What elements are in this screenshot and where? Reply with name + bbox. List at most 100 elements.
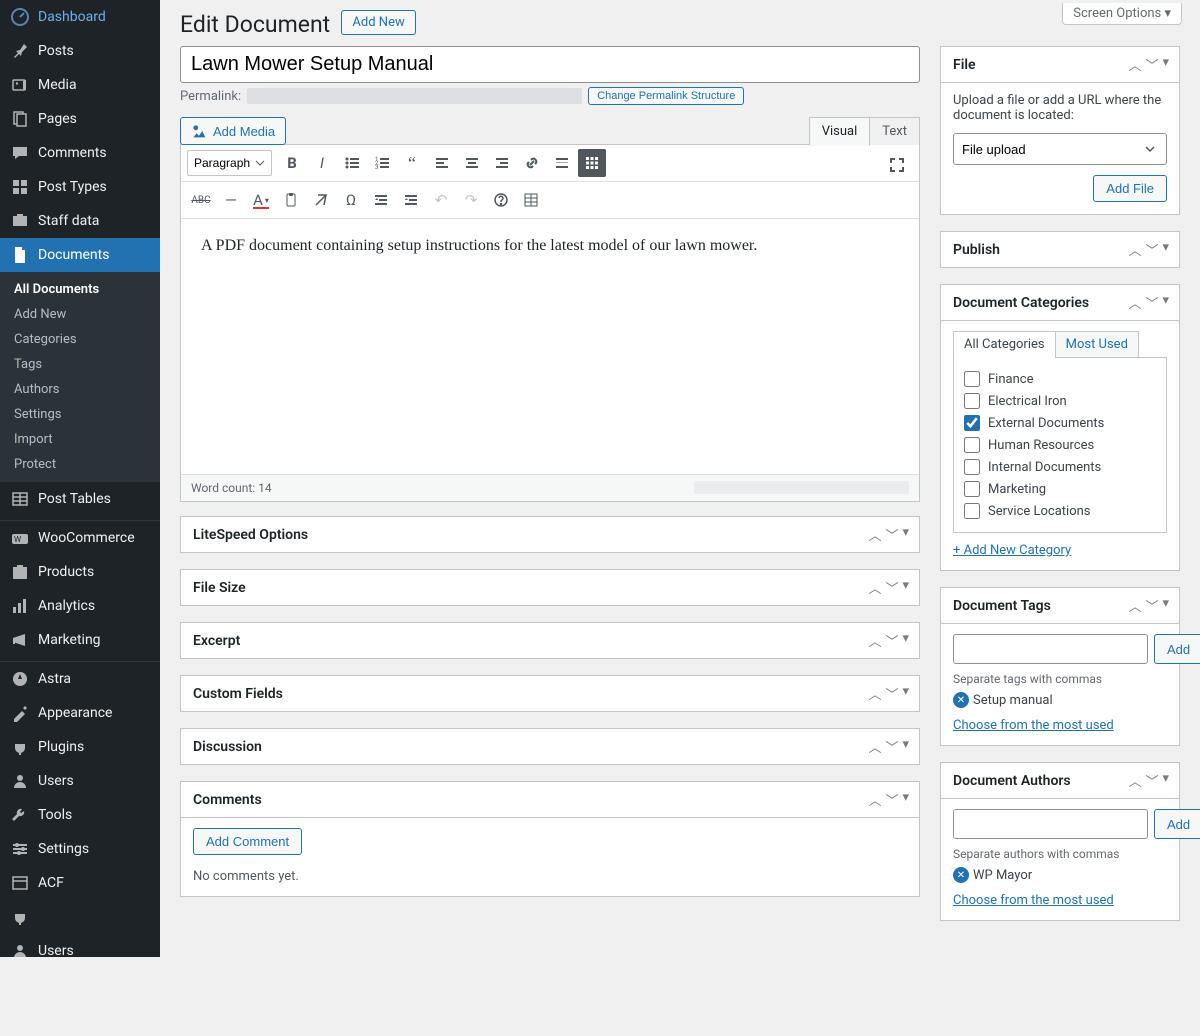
category-service-locations[interactable]: Service Locations xyxy=(964,500,1156,522)
caret-down-icon[interactable]: ▾ xyxy=(1162,293,1169,312)
sidebar-item-settings[interactable]: Settings xyxy=(0,1002,160,1036)
editor-tab-text[interactable]: Text xyxy=(869,117,920,145)
sidebar-item-users[interactable]: Users xyxy=(0,934,160,968)
chevron-down-icon[interactable]: ﹀ xyxy=(885,578,898,597)
sidebar-item-posts[interactable]: Posts xyxy=(0,34,160,68)
sidebar-item-analytics[interactable]: Analytics xyxy=(0,589,160,623)
caret-down-icon[interactable]: ▾ xyxy=(1162,596,1169,615)
caret-down-icon[interactable]: ▾ xyxy=(1162,55,1169,74)
italic-button[interactable]: I xyxy=(308,149,336,177)
chevron-up-icon[interactable]: ︿ xyxy=(868,790,881,809)
chevron-down-icon[interactable]: ﹀ xyxy=(1145,293,1158,312)
sidebar-item-appearance[interactable]: Appearance xyxy=(0,696,160,730)
chevron-down-icon[interactable]: ﹀ xyxy=(885,684,898,703)
add-new-category-link[interactable]: + Add New Category xyxy=(953,543,1071,558)
caret-down-icon[interactable]: ▾ xyxy=(902,790,909,809)
caret-down-icon[interactable]: ▾ xyxy=(1162,771,1169,790)
align-left-button[interactable] xyxy=(428,149,456,177)
change-permalink-button[interactable]: Change Permalink Structure xyxy=(588,87,744,105)
table-button[interactable] xyxy=(517,186,545,214)
chevron-down-icon[interactable]: ﹀ xyxy=(885,790,898,809)
chevron-down-icon[interactable]: ﹀ xyxy=(885,631,898,650)
add-comment-button[interactable]: Add Comment xyxy=(193,828,302,855)
bold-button[interactable]: B xyxy=(278,149,306,177)
sidebar-subitem-all-documents[interactable]: All Documents xyxy=(0,277,160,302)
sidebar-subitem-tags[interactable]: Tags xyxy=(0,352,160,377)
add-tag-button[interactable]: Add xyxy=(1154,634,1200,664)
help-button[interactable] xyxy=(487,186,515,214)
sidebar-item-woocommerce[interactable]: WWooCommerce xyxy=(0,521,160,555)
sidebar-item-astra[interactable]: Astra xyxy=(0,662,160,696)
choose-tags-link[interactable]: Choose from the most used xyxy=(953,718,1114,733)
chevron-up-icon[interactable]: ︿ xyxy=(868,631,881,650)
sidebar-item-dashboard[interactable]: Dashboard xyxy=(0,0,160,34)
paste-text-button[interactable] xyxy=(277,186,305,214)
align-center-button[interactable] xyxy=(458,149,486,177)
caret-down-icon[interactable]: ▾ xyxy=(1162,240,1169,259)
sidebar-item-comments[interactable]: Comments xyxy=(0,136,160,170)
category-checkbox[interactable] xyxy=(964,393,980,409)
indent-button[interactable] xyxy=(397,186,425,214)
authors-input[interactable] xyxy=(953,809,1148,839)
chevron-up-icon[interactable]: ︿ xyxy=(1128,55,1141,74)
chevron-up-icon[interactable]: ︿ xyxy=(1128,596,1141,615)
sidebar-item-post-types[interactable]: Post Types xyxy=(0,170,160,204)
sidebar-item-blank[interactable] xyxy=(0,900,160,934)
chevron-up-icon[interactable]: ︿ xyxy=(1128,293,1141,312)
align-right-button[interactable] xyxy=(488,149,516,177)
add-author-button[interactable]: Add xyxy=(1154,809,1200,839)
document-title-input[interactable] xyxy=(180,46,920,83)
link-button[interactable] xyxy=(518,149,546,177)
file-source-select[interactable]: File upload xyxy=(953,133,1167,165)
category-tab-most-used[interactable]: Most Used xyxy=(1055,331,1139,358)
outdent-button[interactable] xyxy=(367,186,395,214)
sidebar-item-acf[interactable]: ACF xyxy=(0,866,160,900)
numbered-list-button[interactable]: 123 xyxy=(368,149,396,177)
clear-format-button[interactable] xyxy=(307,186,335,214)
sidebar-item-media[interactable]: Media xyxy=(0,68,160,102)
sidebar-item-plugins[interactable]: Plugins xyxy=(0,730,160,764)
add-media-button[interactable]: Add Media xyxy=(180,117,286,145)
sidebar-item-users[interactable]: Users xyxy=(0,764,160,798)
special-char-button[interactable]: Ω xyxy=(337,186,365,214)
chevron-down-icon[interactable]: ﹀ xyxy=(1145,771,1158,790)
chevron-up-icon[interactable]: ︿ xyxy=(868,684,881,703)
caret-down-icon[interactable]: ▾ xyxy=(902,525,909,544)
sidebar-subitem-authors[interactable]: Authors xyxy=(0,377,160,402)
remove-author-icon[interactable]: ✕ xyxy=(953,867,969,883)
category-internal-documents[interactable]: Internal Documents xyxy=(964,456,1156,478)
chevron-up-icon[interactable]: ︿ xyxy=(868,578,881,597)
sidebar-item-tools[interactable]: Tools xyxy=(0,968,160,1002)
caret-down-icon[interactable]: ▾ xyxy=(902,684,909,703)
add-new-button[interactable]: Add New xyxy=(341,10,415,35)
remove-tag-icon[interactable]: ✕ xyxy=(953,692,969,708)
sidebar-item-post-tables[interactable]: Post Tables xyxy=(0,482,160,516)
strikethrough-button[interactable]: ABC xyxy=(187,186,215,214)
paragraph-format-select[interactable]: Paragraph xyxy=(187,150,272,176)
category-checkbox[interactable] xyxy=(964,437,980,453)
category-checkbox[interactable] xyxy=(964,415,980,431)
undo-button[interactable]: ↶ xyxy=(427,186,455,214)
sidebar-subitem-categories[interactable]: Categories xyxy=(0,327,160,352)
screen-options-button[interactable]: Screen Options ▾ xyxy=(1062,3,1182,25)
chevron-down-icon[interactable]: ﹀ xyxy=(1145,596,1158,615)
text-color-button[interactable]: A▾ xyxy=(247,186,275,214)
sidebar-item-marketing[interactable]: Marketing xyxy=(0,623,160,657)
bullet-list-button[interactable] xyxy=(338,149,366,177)
category-tab-all[interactable]: All Categories xyxy=(953,331,1055,358)
category-electrical-iron[interactable]: Electrical Iron xyxy=(964,390,1156,412)
sidebar-item-documents[interactable]: Documents xyxy=(0,238,160,272)
category-human-resources[interactable]: Human Resources xyxy=(964,434,1156,456)
add-file-button[interactable]: Add File xyxy=(1093,175,1167,202)
editor-body[interactable]: A PDF document containing setup instruct… xyxy=(181,219,919,474)
tags-input[interactable] xyxy=(953,634,1148,664)
category-external-documents[interactable]: External Documents xyxy=(964,412,1156,434)
chevron-down-icon[interactable]: ﹀ xyxy=(885,525,898,544)
chevron-down-icon[interactable]: ﹀ xyxy=(1145,55,1158,74)
chevron-up-icon[interactable]: ︿ xyxy=(1128,240,1141,259)
caret-down-icon[interactable]: ▾ xyxy=(902,578,909,597)
insert-more-button[interactable] xyxy=(548,149,576,177)
sidebar-subitem-settings[interactable]: Settings xyxy=(0,402,160,427)
category-checkbox[interactable] xyxy=(964,459,980,475)
redo-button[interactable]: ↷ xyxy=(457,186,485,214)
